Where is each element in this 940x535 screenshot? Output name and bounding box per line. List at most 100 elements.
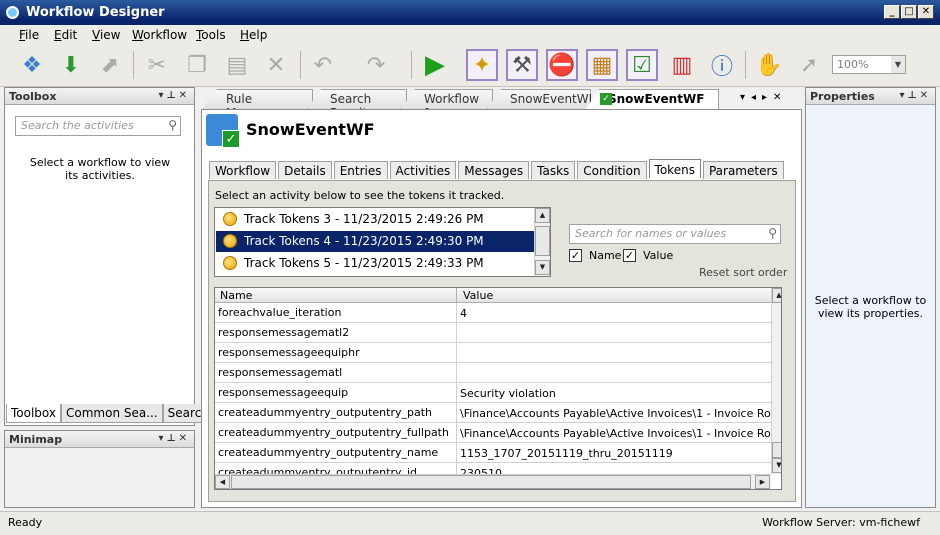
download-icon[interactable]: ⬇ — [55, 49, 87, 81]
minimize-button[interactable]: _ — [884, 5, 900, 19]
menu-file[interactable]: File — [19, 28, 39, 42]
server-status: Workflow Server: vm-fichewf — [762, 516, 920, 529]
stop-icon[interactable]: ⛔ — [546, 49, 578, 81]
panel-controls[interactable]: ▾⊥✕ — [158, 433, 190, 444]
search-icon: ⚲ — [168, 118, 177, 132]
title-bar: Workflow Designer _ □ ✕ — [0, 0, 940, 25]
menu-view[interactable]: View — [92, 28, 120, 42]
reset-sort-link[interactable]: Reset sort order — [699, 266, 787, 279]
list-item-selected[interactable]: Track Tokens 4 - 11/23/2015 2:49:30 PM — [216, 231, 534, 252]
tools-icon[interactable]: ⚒ — [506, 49, 538, 81]
panel-controls[interactable]: ▾⊥✕ — [158, 90, 190, 101]
run-icon[interactable]: ▶ — [419, 49, 451, 81]
chevron-down-icon: ▼ — [891, 56, 905, 73]
tab-parameters[interactable]: Parameters — [702, 161, 784, 179]
paste-icon[interactable]: ▤ — [221, 49, 253, 81]
name-checkbox[interactable]: ✓ — [569, 249, 582, 262]
value-checkbox[interactable]: ✓ — [623, 249, 636, 262]
scroll-up-icon[interactable]: ▲ — [535, 208, 550, 223]
token-icon — [223, 256, 237, 270]
scroll-thumb[interactable] — [231, 475, 751, 489]
scroll-right-icon[interactable]: ▶ — [755, 475, 770, 489]
table-row[interactable]: createadummyentry_outputentry_path \Finan… — [215, 403, 771, 423]
grid-header: Name Value — [215, 288, 771, 303]
tab-tasks[interactable]: Tasks — [531, 161, 576, 179]
redo-icon[interactable]: ↷ — [360, 49, 392, 81]
table-row[interactable]: responsemessagematl2 — [215, 323, 771, 343]
find-icon[interactable]: ✦ — [466, 49, 498, 81]
tab-snoweventwf-active[interactable]: ✓ SnowEventWF — [585, 89, 719, 110]
tab-search-results[interactable]: Search Results — [307, 89, 407, 109]
menu-workflow[interactable]: Workflow — [132, 28, 187, 42]
workflow-icon: ✓ — [206, 114, 240, 148]
tab-workflow[interactable]: Workflow — [209, 161, 277, 179]
scroll-left-icon[interactable]: ◀ — [215, 475, 230, 489]
tab-workflow-1[interactable]: Workflow 1 — [401, 89, 493, 109]
menu-tools[interactable]: Tools — [196, 28, 226, 42]
menu-bar: File Edit View Workflow Tools Help — [0, 25, 940, 45]
info-icon[interactable]: ⓘ — [706, 49, 738, 81]
pointer-icon[interactable]: ➚ — [793, 49, 825, 81]
name-checkbox-label: Name — [589, 249, 622, 262]
tab-common-search[interactable]: Common Sea... — [61, 404, 163, 423]
table-row[interactable]: responsemessageequip Security violation — [215, 383, 771, 403]
properties-icon[interactable]: ▦ — [586, 49, 618, 81]
properties-panel: Properties ▾⊥✕ Select a workflow to view … — [805, 87, 936, 508]
activity-list[interactable]: Track Tokens 3 - 11/23/2015 2:49:26 PM T… — [214, 207, 551, 277]
token-icon — [223, 212, 237, 226]
undo-icon[interactable]: ↶ — [307, 49, 339, 81]
tab-messages[interactable]: Messages — [458, 161, 530, 179]
tab-tokens[interactable]: Tokens — [648, 159, 701, 178]
inner-tabs: Workflow Details Entries Activities Mess… — [209, 159, 786, 180]
token-search-input[interactable]: Search for names or values ⚲ — [569, 224, 781, 244]
list-item[interactable]: Track Tokens 3 - 11/23/2015 2:49:26 PM — [216, 209, 534, 230]
minimap-title: Minimap — [9, 433, 63, 446]
cut-icon[interactable]: ✂ — [141, 49, 173, 81]
grid-horizontal-scrollbar[interactable]: ◀ ▶ — [215, 474, 771, 489]
tab-details[interactable]: Details — [278, 161, 332, 179]
table-row[interactable]: createadummyentry_outputentry_fullpath \F… — [215, 423, 771, 443]
tab-activities[interactable]: Activities — [389, 161, 457, 179]
menu-help[interactable]: Help — [240, 28, 267, 42]
tab-controls[interactable]: ▾◂▸✕ — [740, 92, 787, 103]
hand-icon[interactable]: ✋ — [753, 49, 785, 81]
tab-condition[interactable]: Condition — [577, 161, 647, 179]
tab-entries[interactable]: Entries — [333, 161, 388, 179]
close-button[interactable]: ✕ — [918, 5, 934, 19]
table-row[interactable]: responsemessageequiphr — [215, 343, 771, 363]
instruction-text: Select an activity below to see the toke… — [215, 189, 505, 202]
maximize-button[interactable]: □ — [901, 5, 917, 19]
tokens-tab-body: Select an activity below to see the toke… — [208, 180, 796, 502]
tab-rule-manager[interactable]: Rule Manager — [203, 89, 313, 109]
list-item[interactable]: Track Tokens 5 - 11/23/2015 2:49:33 PM — [216, 253, 534, 274]
scroll-thumb[interactable] — [535, 226, 550, 256]
scroll-up-icon[interactable]: ▲ — [772, 288, 781, 303]
scroll-thumb[interactable] — [772, 442, 781, 458]
table-row[interactable]: createadummyentry_outputentry_name 1153_1… — [215, 443, 771, 463]
activity-list-scrollbar[interactable]: ▲ ▼ — [534, 208, 550, 276]
checklist-icon[interactable]: ☑ — [626, 49, 658, 81]
menu-edit[interactable]: Edit — [54, 28, 77, 42]
table-row[interactable]: responsemessagematl — [215, 363, 771, 383]
delete-icon[interactable]: ✕ — [260, 49, 292, 81]
new-workflow-icon[interactable]: ❖ — [16, 49, 48, 81]
tab-snoweventwf[interactable]: SnowEventWF — [487, 89, 591, 109]
properties-title: Properties — [810, 90, 875, 103]
chart-icon[interactable]: ▥ — [666, 49, 698, 81]
grid-vertical-scrollbar[interactable]: ▲ ▼ — [771, 288, 781, 474]
scroll-down-icon[interactable]: ▼ — [535, 260, 550, 275]
column-header-name[interactable]: Name — [220, 289, 252, 302]
toolbox-tabs: Toolbox Common Sea... Search — [6, 404, 214, 424]
tokens-grid: Name Value foreachvalue_iteration 4 respo… — [214, 287, 782, 490]
table-row[interactable]: foreachvalue_iteration 4 — [215, 303, 771, 323]
zoom-select[interactable]: 100% ▼ — [832, 55, 906, 74]
panel-controls[interactable]: ▾⊥✕ — [899, 90, 931, 101]
export-icon[interactable]: ⬈ — [94, 49, 126, 81]
tab-toolbox[interactable]: Toolbox — [6, 404, 61, 423]
toolbox-search-input[interactable]: Search the activities ⚲ — [15, 116, 181, 136]
column-header-value[interactable]: Value — [463, 289, 493, 302]
scroll-down-icon[interactable]: ▼ — [772, 458, 781, 473]
copy-icon[interactable]: ❐ — [181, 49, 213, 81]
toolbar: ❖ ⬇ ⬈ ✂ ❐ ▤ ✕ ↶ ↷ ▶ ✦ ⚒ ⛔ ▦ ☑ ▥ ⓘ ✋ ➚ 10… — [0, 45, 940, 87]
status-bar: Ready Workflow Server: vm-fichewf — [0, 511, 940, 535]
